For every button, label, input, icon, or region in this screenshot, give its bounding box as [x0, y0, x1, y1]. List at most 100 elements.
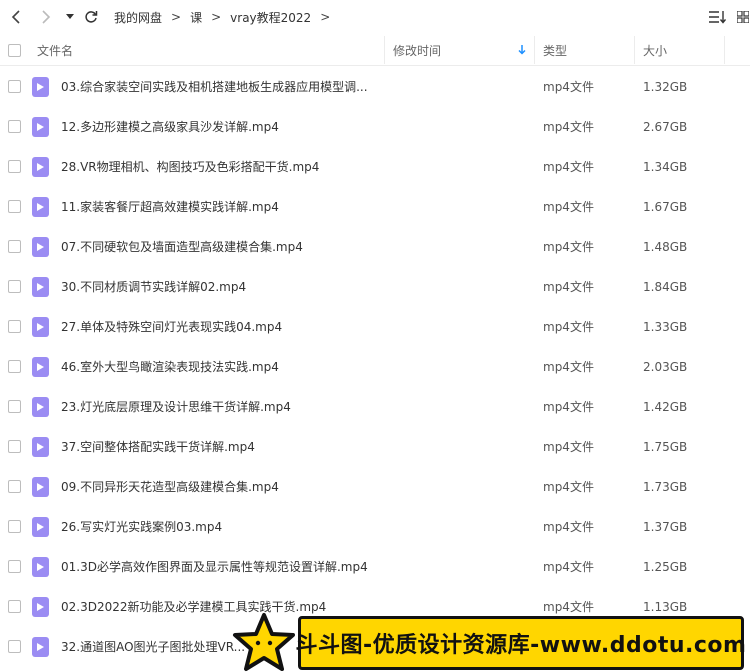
- chevron-left-icon: [11, 10, 20, 24]
- file-name[interactable]: 09.不同异形天花造型高级建模合集.mp4: [61, 467, 279, 507]
- file-size: 2.67GB: [643, 120, 688, 134]
- table-row[interactable]: 27.单体及特殊空间灯光表现实践04.mp4 mp4文件 1.33GB: [0, 307, 750, 347]
- table-row[interactable]: 23.灯光底层原理及设计思维干货详解.mp4 mp4文件 1.42GB: [0, 387, 750, 427]
- grid-icon: [737, 11, 749, 23]
- row-checkbox[interactable]: [8, 520, 21, 533]
- file-size: 1.67GB: [643, 200, 688, 214]
- column-header-modified[interactable]: 修改时间: [393, 34, 441, 66]
- row-checkbox[interactable]: [8, 240, 21, 253]
- video-file-icon: [32, 477, 49, 497]
- file-name[interactable]: 27.单体及特殊空间灯光表现实践04.mp4: [61, 307, 282, 347]
- breadcrumb-item-root[interactable]: 我的网盘: [114, 9, 162, 26]
- table-row[interactable]: 30.不同材质调节实践详解02.mp4 mp4文件 1.84GB: [0, 267, 750, 307]
- file-name[interactable]: 26.写实灯光实践案例03.mp4: [61, 507, 222, 547]
- breadcrumb: 我的网盘 > 课 > vray教程2022 >: [114, 8, 339, 26]
- file-name[interactable]: 23.灯光底层原理及设计思维干货详解.mp4: [61, 387, 291, 427]
- table-row[interactable]: 28.VR物理相机、构图技巧及色彩搭配干货.mp4 mp4文件 1.34GB: [0, 147, 750, 187]
- table-row[interactable]: 12.多边形建模之高级家具沙发详解.mp4 mp4文件 2.67GB: [0, 107, 750, 147]
- file-size: 1.25GB: [643, 560, 688, 574]
- file-size: 1.75GB: [643, 440, 688, 454]
- sort-list-icon: [709, 11, 726, 24]
- row-checkbox[interactable]: [8, 600, 21, 613]
- file-name[interactable]: 11.家装客餐厅超高效建模实践详解.mp4: [61, 187, 279, 227]
- breadcrumb-separator: >: [320, 10, 331, 24]
- file-type: mp4文件: [543, 360, 594, 374]
- file-size: 1.48GB: [643, 240, 688, 254]
- file-name[interactable]: 46.室外大型鸟瞰渲染表现技法实践.mp4: [61, 347, 279, 387]
- arrow-down-icon[interactable]: [517, 45, 527, 55]
- file-size: 1.37GB: [643, 520, 688, 534]
- video-file-icon: [32, 117, 49, 137]
- row-checkbox[interactable]: [8, 480, 21, 493]
- table-row[interactable]: 46.室外大型鸟瞰渲染表现技法实践.mp4 mp4文件 2.03GB: [0, 347, 750, 387]
- table-header: 文件名 修改时间 类型 大小: [0, 34, 750, 66]
- table-row[interactable]: 09.不同异形天花造型高级建模合集.mp4 mp4文件 1.73GB: [0, 467, 750, 507]
- file-name[interactable]: 12.多边形建模之高级家具沙发详解.mp4: [61, 107, 279, 147]
- table-row[interactable]: 07.不同硬软包及墙面造型高级建模合集.mp4 mp4文件 1.48GB: [0, 227, 750, 267]
- breadcrumb-separator: >: [171, 10, 182, 24]
- file-size: 1.32GB: [643, 80, 688, 94]
- video-file-icon: [32, 517, 49, 537]
- grid-view-button[interactable]: [736, 6, 750, 28]
- row-checkbox[interactable]: [8, 280, 21, 293]
- file-type: mp4文件: [543, 320, 594, 334]
- file-type: mp4文件: [543, 400, 594, 414]
- file-type: mp4文件: [543, 560, 594, 574]
- column-header-size[interactable]: 大小: [643, 34, 667, 66]
- video-file-icon: [32, 77, 49, 97]
- refresh-button[interactable]: [80, 6, 102, 28]
- row-checkbox[interactable]: [8, 640, 21, 653]
- back-button[interactable]: [6, 6, 28, 28]
- file-size: 1.33GB: [643, 320, 688, 334]
- row-checkbox[interactable]: [8, 80, 21, 93]
- row-checkbox[interactable]: [8, 320, 21, 333]
- table-row[interactable]: 03.综合家装空间实践及相机搭建地板生成器应用模型调... mp4文件 1.32…: [0, 67, 750, 107]
- table-row[interactable]: 01.3D必学高效作图界面及显示属性等规范设置详解.mp4 mp4文件 1.25…: [0, 547, 750, 587]
- forward-button[interactable]: [34, 6, 56, 28]
- column-header-type[interactable]: 类型: [543, 34, 567, 66]
- breadcrumb-item-course[interactable]: 课: [190, 9, 202, 26]
- video-file-icon: [32, 357, 49, 377]
- watermark-banner: 斗斗图-优质设计资源库-www.ddotu.com: [296, 616, 746, 670]
- row-checkbox[interactable]: [8, 400, 21, 413]
- file-size: 1.34GB: [643, 160, 688, 174]
- file-type: mp4文件: [543, 480, 594, 494]
- sort-view-button[interactable]: [706, 6, 728, 28]
- breadcrumb-separator: >: [211, 10, 222, 24]
- row-checkbox[interactable]: [8, 440, 21, 453]
- column-divider[interactable]: [384, 36, 385, 64]
- row-checkbox[interactable]: [8, 560, 21, 573]
- file-size: 1.42GB: [643, 400, 688, 414]
- file-type: mp4文件: [543, 520, 594, 534]
- table-row[interactable]: 26.写实灯光实践案例03.mp4 mp4文件 1.37GB: [0, 507, 750, 547]
- row-checkbox[interactable]: [8, 120, 21, 133]
- file-name[interactable]: 01.3D必学高效作图界面及显示属性等规范设置详解.mp4: [61, 547, 368, 587]
- file-type: mp4文件: [543, 280, 594, 294]
- table-row[interactable]: 37.空间整体搭配实践干货详解.mp4 mp4文件 1.75GB: [0, 427, 750, 467]
- column-header-name[interactable]: 文件名: [37, 34, 73, 66]
- row-checkbox[interactable]: [8, 360, 21, 373]
- row-checkbox[interactable]: [8, 160, 21, 173]
- file-name[interactable]: 32.通道图AO图光子图批处理VR...: [61, 627, 245, 667]
- file-name[interactable]: 03.综合家装空间实践及相机搭建地板生成器应用模型调...: [61, 67, 368, 107]
- history-dropdown[interactable]: [62, 6, 78, 28]
- select-all-checkbox[interactable]: [8, 34, 21, 66]
- video-file-icon: [32, 557, 49, 577]
- column-divider[interactable]: [534, 36, 535, 64]
- refresh-icon: [85, 11, 98, 23]
- star-icon: [233, 613, 295, 671]
- video-file-icon: [32, 317, 49, 337]
- row-checkbox[interactable]: [8, 200, 21, 213]
- file-name[interactable]: 30.不同材质调节实践详解02.mp4: [61, 267, 246, 307]
- column-divider[interactable]: [724, 36, 725, 64]
- breadcrumb-item-current[interactable]: vray教程2022: [230, 9, 311, 26]
- video-file-icon: [32, 637, 49, 657]
- column-divider[interactable]: [634, 36, 635, 64]
- file-name[interactable]: 28.VR物理相机、构图技巧及色彩搭配干货.mp4: [61, 147, 319, 187]
- file-type: mp4文件: [543, 240, 594, 254]
- table-row[interactable]: 11.家装客餐厅超高效建模实践详解.mp4 mp4文件 1.67GB: [0, 187, 750, 227]
- file-name[interactable]: 07.不同硬软包及墙面造型高级建模合集.mp4: [61, 227, 303, 267]
- file-name[interactable]: 37.空间整体搭配实践干货详解.mp4: [61, 427, 255, 467]
- video-file-icon: [32, 237, 49, 257]
- chevron-right-icon: [42, 10, 51, 24]
